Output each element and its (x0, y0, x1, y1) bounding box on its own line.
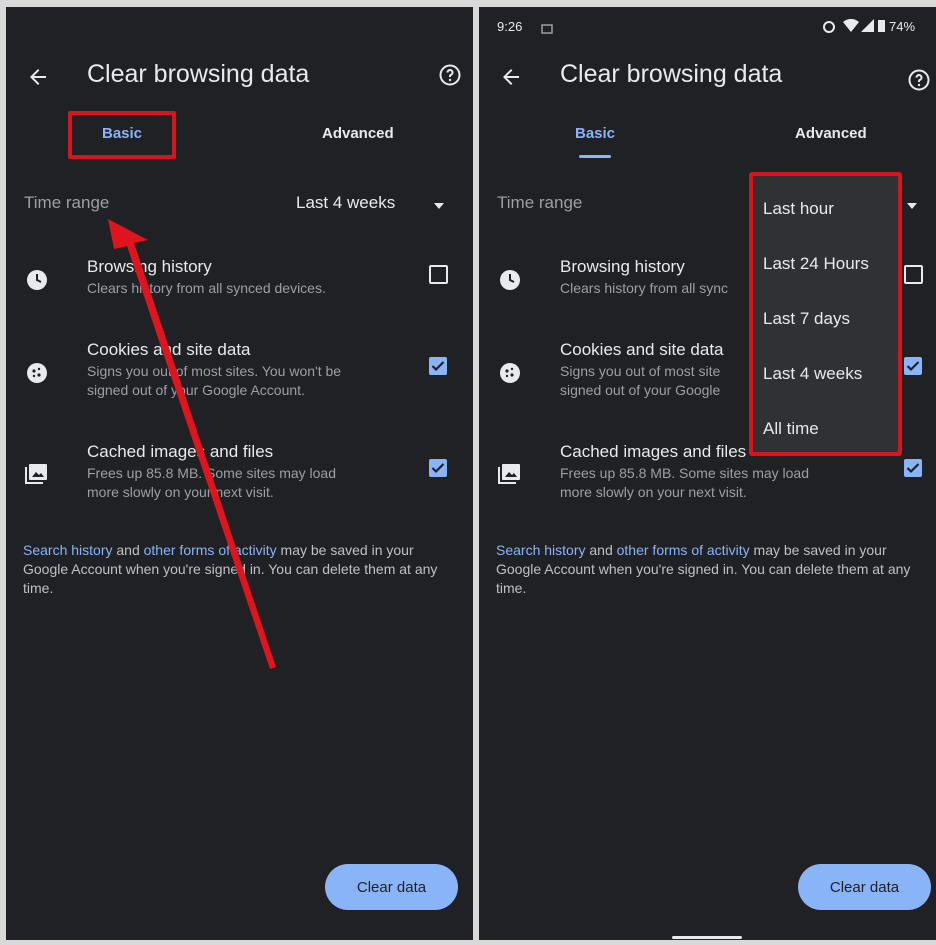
search-history-link[interactable]: Search history (496, 542, 585, 558)
item-desc: more slowly on your next visit. (560, 484, 747, 500)
tab-advanced[interactable]: Advanced (795, 125, 867, 142)
item-title-cached: Cached images and files (560, 442, 747, 461)
notification-icon (541, 21, 553, 39)
right-screenshot: 9:26 74% Clear browsing data Basic Advan… (479, 7, 936, 940)
wifi-icon (843, 18, 859, 37)
page-title: Clear browsing data (560, 60, 783, 88)
left-screenshot: Clear browsing data Basic Advanced Time … (6, 7, 473, 940)
time-range-dropdown: Last hour Last 24 Hours Last 7 days Last… (749, 172, 902, 456)
battery-percent: 74% (889, 19, 916, 34)
item-desc: signed out of your Google (560, 382, 721, 398)
back-arrow-icon[interactable] (499, 65, 523, 89)
tab-basic[interactable]: Basic (575, 125, 615, 142)
check-icon (906, 361, 920, 372)
check-icon (906, 463, 920, 474)
other-activity-link[interactable]: other forms of activity (617, 542, 750, 558)
alarm-icon (822, 19, 836, 38)
cookie-icon (499, 362, 521, 389)
item-desc: Signs you out of most site (560, 363, 721, 379)
signal-icon (861, 19, 874, 37)
dropdown-arrow-icon (907, 203, 917, 209)
tab-indicator (579, 155, 611, 158)
footer-note: Search history and other forms of activi… (496, 541, 926, 598)
item-title-cookies: Cookies and site data (560, 340, 724, 359)
item-desc: Frees up 85.8 MB. Some sites may load (560, 465, 809, 481)
red-arrow-annotation (108, 219, 276, 669)
item-desc: Clears history from all sync (560, 280, 729, 296)
status-time: 9:26 (497, 19, 523, 34)
item-title-browsing-history: Browsing history (560, 257, 685, 276)
checkbox-cached[interactable] (904, 459, 922, 477)
clear-data-button[interactable]: Clear data (798, 864, 931, 910)
battery-icon (878, 19, 885, 37)
clock-icon (499, 269, 521, 296)
dropdown-option-last-hour[interactable]: Last hour (763, 199, 834, 219)
help-icon[interactable] (907, 68, 931, 92)
checkbox-browsing-history[interactable] (904, 265, 923, 284)
dropdown-option-last-4-weeks[interactable]: Last 4 weeks (763, 364, 862, 384)
footer-text: and (585, 542, 617, 558)
dropdown-option-last-24-hours[interactable]: Last 24 Hours (763, 254, 869, 274)
dropdown-option-last-7-days[interactable]: Last 7 days (763, 309, 850, 329)
image-icon (497, 463, 521, 490)
checkbox-cookies[interactable] (904, 357, 922, 375)
time-range-label: Time range (497, 193, 583, 212)
gesture-bar[interactable] (672, 936, 742, 939)
dropdown-option-all-time[interactable]: All time (763, 419, 819, 439)
